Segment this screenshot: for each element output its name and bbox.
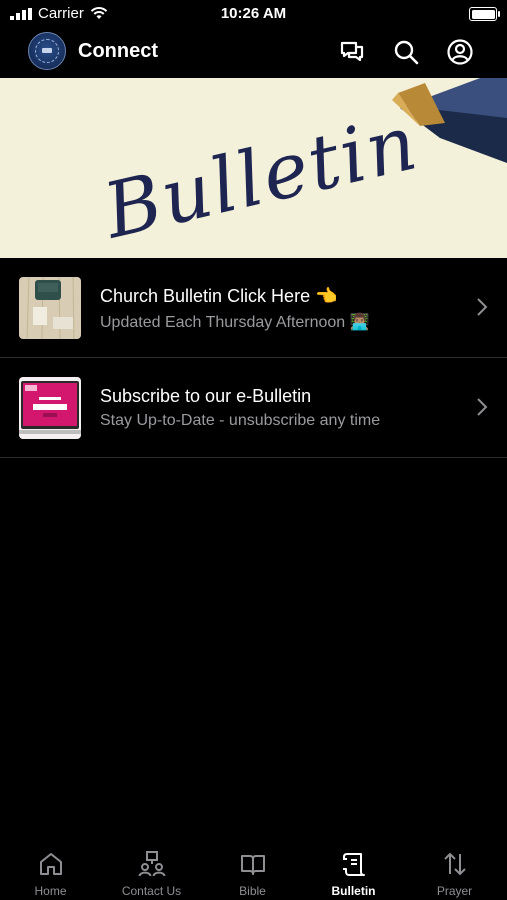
list-item-subscribe-ebulletin[interactable]: Subscribe to our e-Bulletin Stay Up-to-D… bbox=[0, 358, 507, 458]
bulletin-banner-art: Bulletin bbox=[94, 78, 507, 256]
banner-text: Bulletin bbox=[94, 97, 426, 256]
chevron-right-icon bbox=[477, 398, 488, 416]
status-time: 10:26 AM bbox=[220, 5, 287, 22]
home-icon bbox=[40, 853, 62, 875]
tab-label: Bulletin bbox=[331, 884, 376, 898]
tab-label: Contact Us bbox=[121, 884, 182, 898]
account-icon[interactable] bbox=[446, 38, 474, 66]
battery-fill bbox=[471, 9, 495, 19]
list-item-church-bulletin[interactable]: Church Bulletin Click Here 👈 Updated Eac… bbox=[0, 258, 507, 358]
chevron-right-icon bbox=[477, 298, 488, 316]
book-icon bbox=[241, 855, 265, 875]
item-subtitle: Updated Each Thursday Afternoon 👨🏽‍💻 bbox=[100, 314, 370, 331]
tab-contact-us[interactable]: Contact Us bbox=[101, 838, 202, 900]
contact-icon bbox=[138, 851, 166, 877]
app-title: Connect bbox=[78, 40, 158, 62]
tab-bar: Home Contact Us Bible Bulletin Prayer bbox=[0, 838, 507, 900]
item-title: Church Bulletin Click Here 👈 bbox=[100, 286, 338, 306]
tab-label: Bible bbox=[239, 884, 266, 898]
desk-typewriter-image bbox=[19, 277, 81, 339]
app-logo[interactable] bbox=[28, 32, 66, 70]
tab-prayer[interactable]: Prayer bbox=[404, 838, 505, 900]
item-title: Subscribe to our e-Bulletin bbox=[100, 386, 312, 406]
search-icon[interactable] bbox=[392, 38, 420, 66]
status-bar: Carrier 10:26 AM bbox=[0, 0, 507, 28]
sort-arrows-icon bbox=[444, 852, 466, 876]
tab-bible[interactable]: Bible bbox=[202, 838, 303, 900]
app-header: Connect bbox=[0, 28, 507, 78]
tab-label: Prayer bbox=[436, 884, 473, 898]
tab-label: Home bbox=[34, 884, 67, 898]
tab-home[interactable]: Home bbox=[0, 838, 101, 900]
newsletter-laptop-image bbox=[19, 377, 81, 439]
bulletin-banner: Bulletin bbox=[0, 78, 507, 258]
messages-icon[interactable] bbox=[338, 38, 366, 66]
item-subtitle: Stay Up-to-Date - unsubscribe any time bbox=[100, 412, 381, 429]
tab-bulletin[interactable]: Bulletin bbox=[303, 838, 404, 900]
bulletin-icon bbox=[343, 853, 365, 876]
battery-icon bbox=[469, 7, 500, 21]
